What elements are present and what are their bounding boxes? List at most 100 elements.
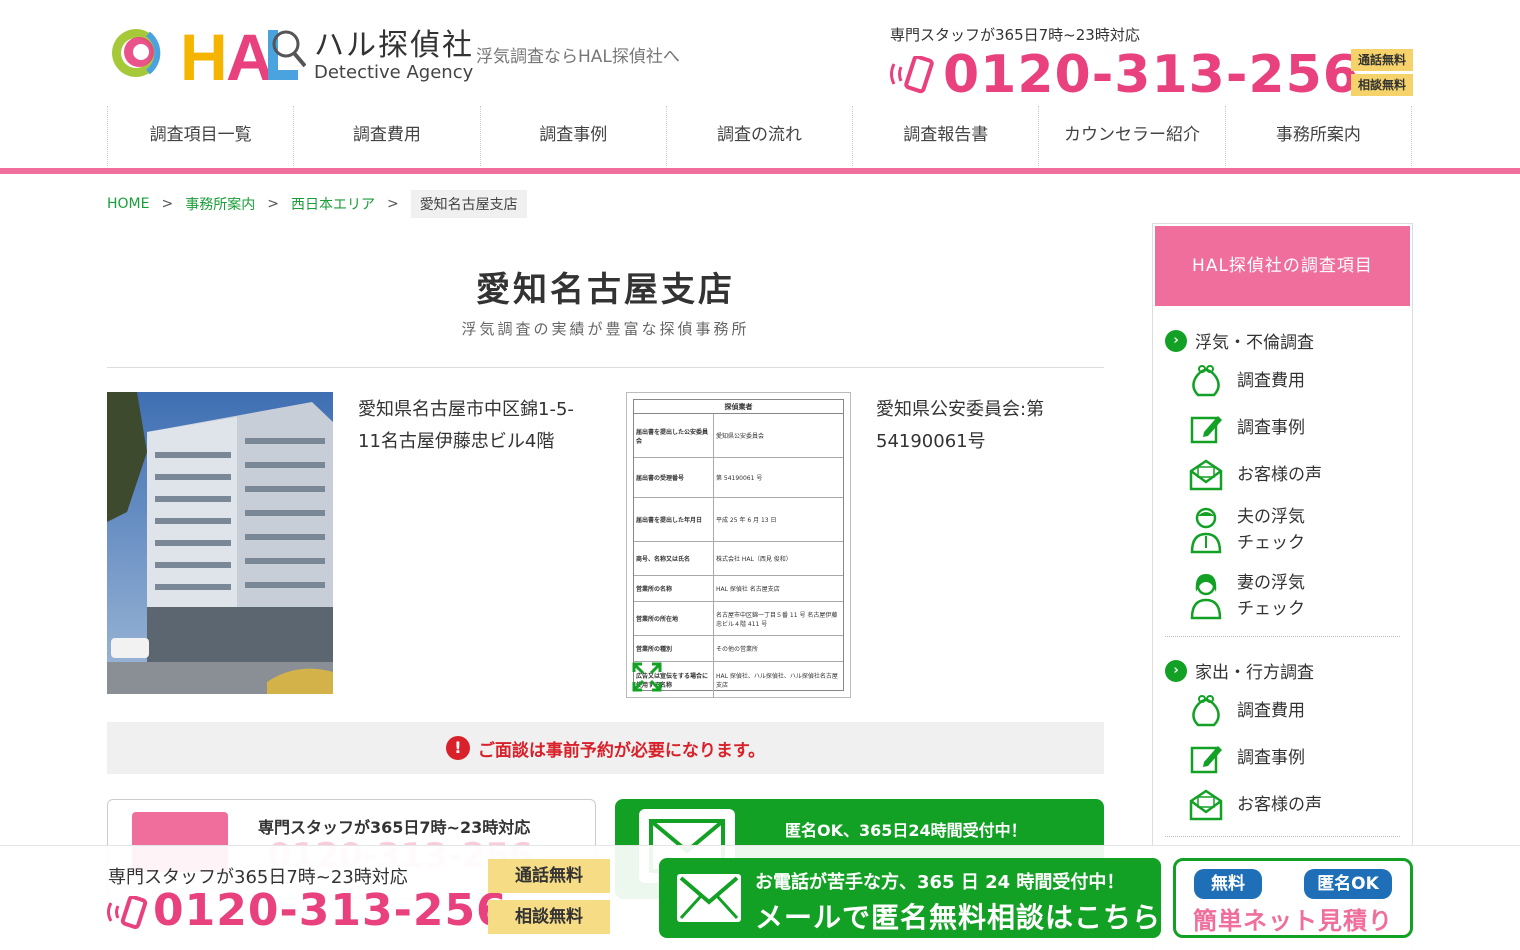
breadcrumb-area[interactable]: 西日本エリア (291, 194, 375, 214)
sidebar-title: HAL探偵社の調査項目 (1155, 226, 1410, 306)
coin-purse-icon (1187, 692, 1225, 730)
free-badge: 無料 (1194, 869, 1262, 899)
sidebar-category-label: 家出・行方調査 (1195, 663, 1314, 683)
breadcrumb-offices[interactable]: 事務所案内 (185, 194, 255, 214)
license-row-key: 営業所の名称 (634, 576, 714, 601)
svg-text:H: H (180, 22, 228, 84)
license-row: 広告又は宣伝をする場合に使用する名称 HAL 探偵社、ハル探偵社、ハル探偵社名古… (634, 662, 843, 698)
sticky-free-consult-badge: 相談無料 (488, 900, 610, 934)
license-row-key: 届出書を提出した年月日 (634, 498, 714, 541)
sidebar-item-label: 調査事例 (1237, 748, 1305, 768)
sidebar: HAL探偵社の調査項目 › 浮気・不倫調査 調査費用 調査事例 お客様の声 夫の… (1152, 223, 1413, 950)
license-doc-title: 探偵業者 (634, 400, 843, 414)
license-row-key: 商号、名称又は氏名 (634, 542, 714, 575)
license-row: 届出書を提出した公安委員会 愛知県公安委員会 (634, 414, 843, 458)
tagline: 浮気調査ならHAL探偵社へ (476, 47, 680, 67)
sidebar-item-missing-voices[interactable]: お客様の声 (1187, 786, 1322, 824)
alert-icon: ! (445, 736, 470, 760)
office-address: 愛知県名古屋市中区錦1-5-11名古屋伊藤忠ビル4階 (358, 399, 574, 452)
page-title: 愛知名古屋支店 (476, 270, 735, 310)
nav-item-counselors[interactable]: カウンセラー紹介 (1039, 106, 1226, 166)
edit-note-icon (1187, 739, 1225, 777)
mobile-phone-icon (107, 896, 148, 930)
license-row-key: 届出書を提出した公安委員会 (634, 414, 714, 457)
breadcrumb-separator: > (161, 196, 174, 212)
nav-divider (0, 168, 1520, 174)
breadcrumb: HOME > 事務所案内 > 西日本エリア > 愛知名古屋支店 (107, 190, 527, 218)
free-call-badge: 通話無料 (1351, 49, 1413, 71)
license-row-value: 第 54190061 号 (716, 475, 763, 482)
woman-icon (1187, 574, 1225, 620)
sidebar-item-label: 調査事例 (1237, 418, 1305, 438)
coin-purse-icon (1187, 362, 1225, 400)
sidebar-item-label: 調査費用 (1237, 371, 1305, 391)
license-row: 商号、名称又は氏名 株式会社 HAL（西見 俊和） (634, 542, 843, 576)
sidebar-divider (1165, 636, 1400, 637)
breadcrumb-current: 愛知名古屋支店 (410, 190, 527, 218)
sidebar-item-wife-check[interactable]: 妻の浮気チェック (1187, 570, 1317, 622)
nav-item-offices[interactable]: 事務所案内 (1226, 106, 1412, 166)
man-icon (1187, 507, 1225, 554)
svg-text:A: A (226, 22, 274, 84)
sidebar-item-missing-cases[interactable]: 調査事例 (1187, 739, 1305, 777)
mobile-phone-icon (890, 56, 934, 94)
chevron-right-icon: › (1165, 659, 1187, 682)
envelope-letter-icon (1187, 456, 1225, 494)
envelope-letter-icon (1187, 786, 1225, 824)
sidebar-item-label: お客様の声 (1237, 465, 1322, 485)
mail-card-text: 匿名OK、365日24時間受付中！ (785, 821, 1027, 840)
nav-item-fees[interactable]: 調査費用 (294, 106, 481, 166)
anonymous-ok-badge: 匿名OK (1304, 869, 1392, 899)
license-row: 営業所の名称 HAL 探偵社 名古屋支店 (634, 576, 843, 602)
sidebar-category-affair[interactable]: › 浮気・不倫調査 (1165, 328, 1314, 353)
license-row-key: 営業所の所在地 (634, 602, 714, 635)
global-nav: 調査項目一覧 調査費用 調査事例 調査の流れ 調査報告書 カウンセラー紹介 事務… (107, 106, 1412, 166)
breadcrumb-home[interactable]: HOME (107, 196, 149, 212)
tel-card-staff-hours: 専門スタッフが365日7時~23時対応 (258, 818, 531, 837)
license-row: 営業所の種別 その他の営業所 (634, 636, 843, 662)
office-building-photo (107, 392, 333, 694)
free-consult-badge: 相談無料 (1351, 74, 1413, 96)
brand-name-jp: ハル探偵社 (314, 28, 474, 63)
sidebar-item-affair-cases[interactable]: 調査事例 (1187, 409, 1305, 447)
license-row-value: HAL 探偵社、ハル探偵社、ハル探偵社名古屋支店 (716, 673, 838, 689)
sidebar-item-label: お客様の声 (1237, 795, 1322, 815)
breadcrumb-separator: > (267, 196, 279, 212)
hal-logo[interactable]: H A (106, 22, 306, 84)
sidebar-item-missing-fees[interactable]: 調査費用 (1187, 692, 1305, 730)
sticky-phone-number[interactable]: 0120-313-256 (153, 884, 508, 938)
expand-icon[interactable] (632, 662, 662, 692)
sticky-mail-consult-button[interactable]: お電話が苦手な方、365 日 24 時間受付中！ メールで匿名無料相談はこちら (659, 858, 1161, 938)
sticky-quote-button[interactable]: 無料 匿名OK 簡単ネット見積り (1173, 858, 1413, 938)
sticky-free-call-badge: 通話無料 (488, 859, 610, 893)
sidebar-category-label: 浮気・不倫調査 (1195, 333, 1314, 353)
sidebar-item-affair-voices[interactable]: お客様の声 (1187, 456, 1322, 494)
detective-license-document[interactable]: 探偵業者 届出書を提出した公安委員会 愛知県公安委員会 届出書の受理番号 第 5… (626, 392, 851, 698)
license-row-value: その他の営業所 (716, 646, 759, 653)
sticky-mail-line2: メールで匿名無料相談はこちら (755, 901, 1162, 934)
sidebar-item-husband-check[interactable]: 夫の浮気チェック (1187, 504, 1317, 556)
appointment-notice: ! ご面談は事前予約が必要になります。 (107, 722, 1104, 774)
sticky-contact-bar: 専門スタッフが365日7時~23時対応 0120-313-256 通話無料 相談… (0, 845, 1520, 950)
nav-item-reports[interactable]: 調査報告書 (853, 106, 1040, 166)
sidebar-item-affair-fees[interactable]: 調査費用 (1187, 362, 1305, 400)
sidebar-item-label: 妻の浮気チェック (1237, 573, 1305, 619)
license-row-value: 愛知県公安委員会 (716, 433, 765, 440)
sidebar-item-label: 夫の浮気チェック (1237, 507, 1305, 553)
license-row-value: HAL 探偵社 名古屋支店 (716, 586, 780, 593)
nav-item-services[interactable]: 調査項目一覧 (108, 106, 295, 166)
sticky-mail-line1: お電話が苦手な方、365 日 24 時間受付中！ (755, 872, 1125, 893)
license-row-value: 名古屋市中区錦一丁目５番 11 号 名古屋伊藤忠ビル４階 411 号 (716, 611, 838, 628)
sidebar-divider (1165, 836, 1400, 837)
site-header: H A ハル探偵社 Detective Agency 浮気調査ならHAL探偵社へ… (0, 0, 1520, 105)
sidebar-category-missing[interactable]: › 家出・行方調査 (1165, 658, 1314, 683)
header-phone-number[interactable]: 0120-313-256 (943, 44, 1360, 106)
nav-item-flow[interactable]: 調査の流れ (667, 106, 854, 166)
header-staff-hours: 専門スタッフが365日7時~23時対応 (890, 26, 1140, 44)
section-divider (107, 367, 1104, 368)
sidebar-item-label: 調査費用 (1237, 701, 1305, 721)
edit-note-icon (1187, 409, 1225, 447)
notice-text: ご面談は事前予約が必要になります。 (477, 740, 766, 761)
chevron-right-icon: › (1165, 329, 1187, 352)
nav-item-cases[interactable]: 調査事例 (481, 106, 667, 166)
